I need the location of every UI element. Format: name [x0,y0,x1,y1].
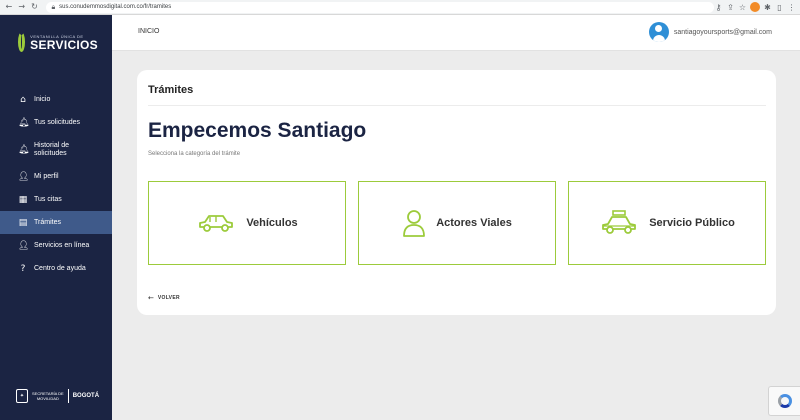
sidebar-item-tus-citas[interactable]: ▦ Tus citas [0,188,112,211]
taxi-icon [602,210,637,234]
user-icon: 👤︎ [18,240,30,251]
bell-icon: 🔔︎ [18,144,30,155]
page-subtitle: Selecciona la categoría del trámite [148,151,241,157]
sidebar-item-inicio[interactable]: ⌂ Inicio [0,88,112,111]
sidebar-item-tus-solicitudes[interactable]: 🔔︎ Tus solicitudes [0,111,112,134]
movilidad-line2: MOVILIDAD [36,396,59,401]
sidepanel-icon[interactable]: ▯ [775,3,784,12]
category-servicio-publico[interactable]: Servicio Público [568,181,766,265]
sidebar-menu: ⌂ Inicio 🔔︎ Tus solicitudes 🔔︎ Historial… [0,88,112,280]
url-text: sus.conudemmosdigital.com.co/fr/tramites [59,4,172,10]
back-label: VOLVER [157,295,180,301]
category-vehiculos[interactable]: Vehículos [148,181,346,265]
category-options: Vehículos Actores Viales Servicio Públic… [148,181,766,265]
arrow-left-icon: ← [148,294,154,302]
sidebar: VENTANILLA ÚNICA DE SERVICIOS ⌂ Inicio 🔔… [0,15,112,420]
star-icon[interactable]: ☆ [738,3,747,12]
footer-divider [67,389,69,403]
reload-icon[interactable]: ↻ [30,2,40,12]
user-icon: 👤︎ [18,171,30,182]
divider [148,105,766,106]
sidebar-item-mi-perfil[interactable]: 👤︎ Mi perfil [0,165,112,188]
more-icon[interactable]: ⋮ [787,3,796,12]
sidebar-item-centro-de-ayuda[interactable]: ? Centro de ayuda [0,257,112,280]
home-icon: ⌂ [20,94,26,105]
user-menu[interactable]: santiagoyoursports@gmail.com [648,22,772,42]
user-email: santiagoyoursports@gmail.com [673,28,772,36]
logo-mark-icon [18,32,26,52]
calendar-icon: ▦ [18,194,28,205]
sidebar-item-tramites[interactable]: ▤ Trámites [0,211,112,234]
sidebar-item-historial[interactable]: 🔔︎ Historial de solicitudes [0,134,112,165]
avatar[interactable] [648,22,669,42]
share-icon[interactable]: ⇪ [726,3,735,12]
arrow-right-icon[interactable]: → [17,2,27,12]
browser-toolbar: ← → ↻ 🔒︎ sus.conudemmosdigital.com.co/fr… [0,0,800,15]
recaptcha-icon [777,394,792,408]
back-button[interactable]: ← VOLVER [148,294,180,302]
card-title: Trámites [148,84,194,96]
user-avatar-icon [648,22,669,42]
bell-icon: 🔔︎ [18,117,30,128]
sidebar-item-label: Centro de ayuda [34,264,86,272]
logo-big-text: SERVICIOS [30,37,98,52]
logo[interactable]: VENTANILLA ÚNICA DE SERVICIOS [18,31,98,53]
sidebar-item-label: Servicios en línea [34,241,90,249]
document-icon: ▤ [18,217,28,228]
person-icon [403,210,426,237]
sidebar-footer-logos: ✦ SECRETARÍA DE MOVILIDAD BOGOTÁ [16,385,101,407]
breadcrumb[interactable]: INICIO [138,28,159,35]
sidebar-item-servicios-en-linea[interactable]: 👤︎ Servicios en línea [0,234,112,257]
city-seal-icon: ✦ [16,389,28,403]
sidebar-item-label: Historial de solicitudes [34,141,70,157]
help-icon: ? [20,263,26,274]
category-label: Servicio Público [649,217,735,229]
top-bar: INICIO santiagoyoursports@gmail.com [112,15,800,51]
lock-icon: 🔒︎ [51,2,56,11]
category-actores-viales[interactable]: Actores Viales [358,181,556,265]
sidebar-item-label: Trámites [34,218,61,226]
bogota-logo: BOGOTÁ [72,393,100,399]
recaptcha-badge[interactable] [768,386,800,416]
category-label: Vehículos [246,217,298,229]
tramites-card: Trámites Empecemos Santiago Selecciona l… [137,70,776,315]
sidebar-item-label: Tus solicitudes [34,118,81,126]
sidebar-item-label: Tus citas [34,195,62,203]
key-icon[interactable]: ⚷ [714,3,723,12]
sidebar-item-label: Inicio [34,95,51,103]
car-icon [199,215,234,232]
movilidad-logo: SECRETARÍA DE MOVILIDAD [32,391,64,401]
address-bar[interactable]: 🔒︎ sus.conudemmosdigital.com.co/fr/trami… [46,1,714,13]
arrow-left-icon[interactable]: ← [4,2,14,12]
category-label: Actores Viales [436,217,512,229]
extension-icon[interactable] [750,2,760,12]
puzzle-icon[interactable]: ✱ [763,3,772,12]
sidebar-item-label: Mi perfil [34,172,59,180]
page-title: Empecemos Santiago [148,119,367,142]
